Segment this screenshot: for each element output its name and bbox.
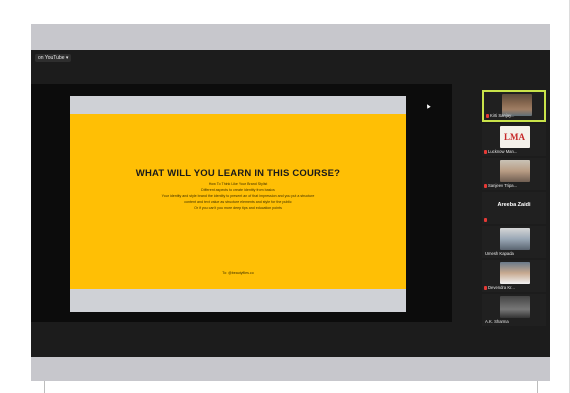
participant-name: Sanjeev Tripa... [488,183,518,188]
participant-tile[interactable]: Sanjeev Tripa... [482,158,546,190]
participant-video [500,228,530,250]
top-band [31,24,550,50]
meeting-window: on YouTube ▾ WHAT WILL YOU LEARN IN THIS… [31,50,550,357]
mic-muted-icon [484,286,487,290]
presentation-slide: WHAT WILL YOU LEARN IN THIS COURSE? How … [70,96,406,312]
slide-title: WHAT WILL YOU LEARN IN THIS COURSE? [135,168,341,179]
mic-muted-icon [486,114,489,118]
participant-tile[interactable]: Kirti Sanjay... [482,90,546,122]
mic-muted-icon [484,150,487,154]
youtube-live-dropdown[interactable]: on YouTube ▾ [35,54,72,62]
mic-muted-icon [484,218,487,222]
mic-muted-icon [484,184,487,188]
participant-video [500,262,530,284]
bottom-band [31,357,550,381]
participant-tile[interactable]: Umesh Kapada [482,226,546,258]
participant-logo: LMA [500,126,530,148]
participant-name: Areeba Zaidi [497,202,531,208]
participant-name: Lucknow Man... [488,149,518,154]
participant-tile[interactable]: Devendra Kr... [482,260,546,292]
slide-line: Or if you can't you more deep tips and e… [194,206,282,210]
slide-line: content and text value as structure elem… [184,200,292,204]
divider [44,381,45,393]
participant-name: A.K. Sharma [485,319,509,324]
lma-logo-icon: LMA [504,132,525,142]
participant-name: Kirti Sanjay... [490,113,515,118]
participant-video [500,160,530,182]
slide-credit: To: @beautyfiles.co [222,271,254,275]
slide-content: WHAT WILL YOU LEARN IN THIS COURSE? How … [70,114,406,289]
slide-line: Different aspects to create identity fro… [201,188,275,192]
slide-line: How To Think Like Your Brand Stylist [208,182,268,186]
participant-tile[interactable]: Areeba Zaidi [482,192,546,224]
participant-video [500,296,530,318]
slide-line: Your identity and style brand the identi… [161,194,315,198]
participant-panel: Kirti Sanjay... LMA Lucknow Man... Sanje… [479,88,547,353]
participant-name: Umesh Kapada [485,251,514,256]
participant-tile[interactable]: LMA Lucknow Man... [482,124,546,156]
shared-screen: WHAT WILL YOU LEARN IN THIS COURSE? How … [31,84,452,322]
participant-tile[interactable]: A.K. Sharma [482,294,546,326]
screenshot-frame: on YouTube ▾ WHAT WILL YOU LEARN IN THIS… [0,0,570,393]
participant-name: Devendra Kr... [488,285,515,290]
divider [537,381,538,393]
cursor-icon [425,103,431,109]
